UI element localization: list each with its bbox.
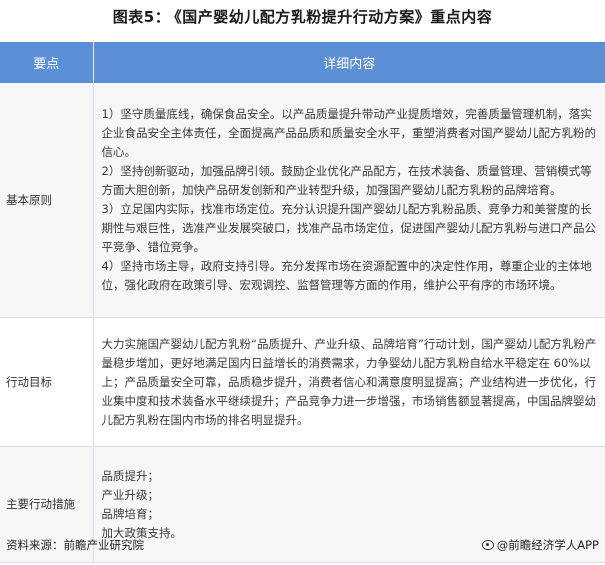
table-row: 基本原则 1）坚守质量底线，确保食品安全。以产品质量提升带动产业提质增效，完善质… <box>0 83 605 318</box>
figure-label: 图表5： <box>112 8 171 26</box>
row-key: 基本原则 <box>0 83 94 318</box>
row-key: 行动目标 <box>0 317 94 447</box>
column-header-detail: 详细内容 <box>93 42 605 83</box>
content-table: 要点 详细内容 基本原则 1）坚守质量底线，确保食品安全。以产品质量提升带动产业… <box>0 42 605 563</box>
measure-item: 产业升级； <box>101 487 160 502</box>
figure-title-text: 《国产婴幼儿配方乳粉提升行动方案》重点内容 <box>174 8 493 26</box>
principle-paragraph: 2）坚持创新驱动，加强品牌引领。鼓励企业优化产品配方，在技术装备、质量管理、营销… <box>101 164 592 197</box>
goal-paragraph: 大力实施国产婴幼儿配方乳粉“品质提升、产业升级、品牌培育”行动计划，国产婴幼儿配… <box>101 336 597 427</box>
row-detail: 大力实施国产婴幼儿配方乳粉“品质提升、产业升级、品牌培育”行动计划，国产婴幼儿配… <box>93 317 605 447</box>
column-header-key: 要点 <box>0 42 94 83</box>
principle-paragraph: 1）坚守质量底线，确保食品安全。以产品质量提升带动产业提质增效，完善质量管理机制… <box>101 107 597 159</box>
brand-credit-text: @前瞻经济学人APP <box>496 538 599 552</box>
figure-title: 图表5： 《国产婴幼儿配方乳粉提升行动方案》重点内容 <box>0 6 605 27</box>
brand-credit: @前瞻经济学人APP <box>481 537 599 553</box>
row-detail: 1）坚守质量底线，确保食品安全。以产品质量提升带动产业提质增效，完善质量管理机制… <box>93 83 605 318</box>
weibo-icon <box>481 540 494 550</box>
footer: 资料来源：前瞻产业研究院 @前瞻经济学人APP <box>0 537 605 557</box>
table-row: 行动目标 大力实施国产婴幼儿配方乳粉“品质提升、产业升级、品牌培育”行动计划，国… <box>0 317 605 447</box>
table-header-row: 要点 详细内容 <box>0 42 605 83</box>
source-note: 资料来源：前瞻产业研究院 <box>6 538 144 552</box>
principle-paragraph: 3）立足国内实际，找准市场定位。充分认识提升国产婴幼儿配方乳粉品质、竞争力和美誉… <box>101 202 597 254</box>
principle-paragraph: 4）坚持市场主导，政府支持引导。充分发挥市场在资源配置中的决定性作用，尊重企业的… <box>101 259 592 292</box>
measure-item: 品牌培育； <box>101 506 160 521</box>
measure-item: 品质提升； <box>101 468 160 483</box>
